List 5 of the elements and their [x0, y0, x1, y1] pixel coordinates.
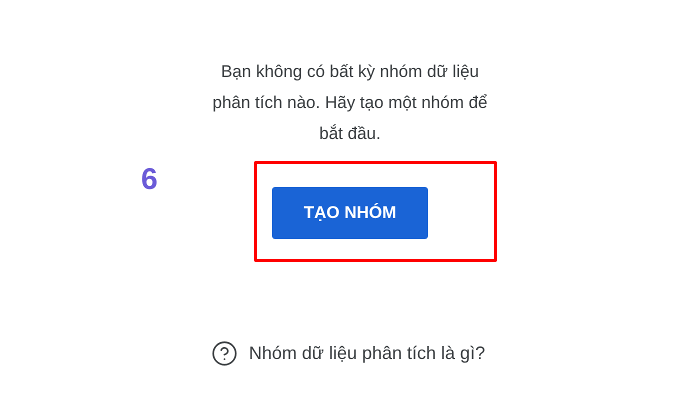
- help-icon[interactable]: [210, 340, 238, 367]
- step-number: 6: [141, 165, 158, 195]
- help-link[interactable]: Nhóm dữ liệu phân tích là gì?: [248, 340, 486, 367]
- create-group-button[interactable]: TẠO NHÓM: [272, 187, 428, 239]
- empty-state-message: Bạn không có bất kỳ nhóm dữ liệu phân tích nào. Hãy tạo một nhóm để bắt đầu.: [211, 61, 488, 145]
